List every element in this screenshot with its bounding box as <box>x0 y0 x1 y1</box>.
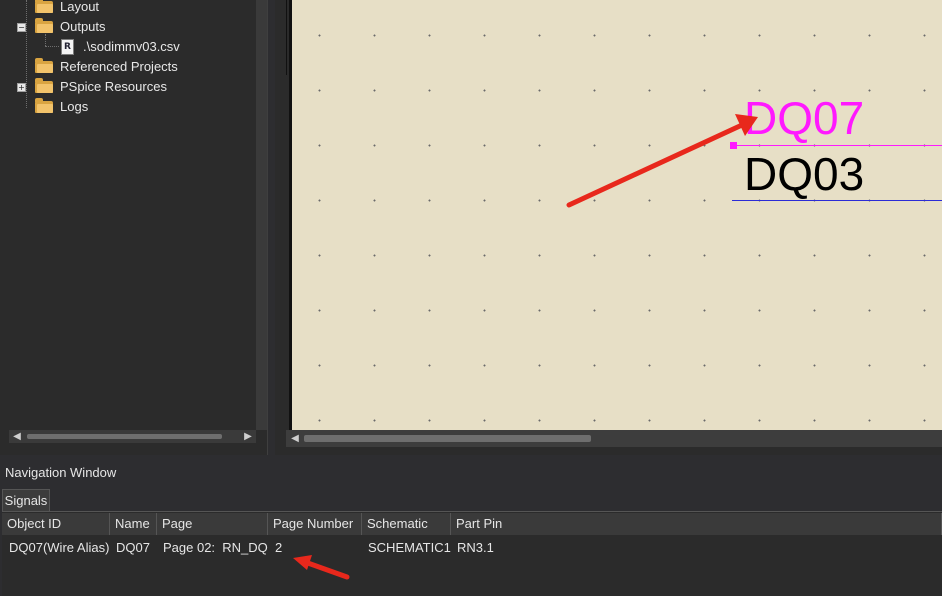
tree-item-referenced-projects[interactable]: Referenced Projects <box>0 57 260 77</box>
folder-icon <box>35 58 53 73</box>
scroll-left-icon[interactable]: ◀ <box>11 431 23 443</box>
tree-item-logs[interactable]: Logs <box>0 97 260 117</box>
tree-item-outputs[interactable]: − Outputs <box>0 17 260 37</box>
tree-item-label: .\sodimmv03.csv <box>83 39 180 54</box>
column-header-schematic[interactable]: Schematic <box>362 513 451 535</box>
scrollbar-thumb[interactable] <box>304 435 591 442</box>
scrollbar-thumb[interactable] <box>27 434 222 439</box>
schematic-canvas[interactable]: DQ07 DQ03 <box>289 0 942 430</box>
tree-vertical-scrollbar[interactable] <box>256 0 267 430</box>
annotation-arrow-icon <box>566 114 758 208</box>
expand-icon[interactable]: + <box>17 83 26 92</box>
report-file-icon: R <box>61 39 74 55</box>
tree-item-label: Outputs <box>60 19 106 34</box>
column-header-part-pin[interactable]: Part Pin <box>451 513 942 535</box>
project-tree-panel: Layout − Outputs R .\sodimmv03.csv Refer… <box>0 0 268 455</box>
column-header-page[interactable]: Page <box>157 513 268 535</box>
tree-horizontal-scrollbar[interactable]: ◀ ▶ <box>9 430 256 443</box>
tree-item-label: PSpice Resources <box>60 79 167 94</box>
folder-icon <box>35 0 53 13</box>
tree-item-label: Layout <box>60 0 100 14</box>
folder-icon <box>35 98 53 113</box>
tree-item-label: Logs <box>60 99 89 114</box>
tree-item-label: Referenced Projects <box>60 59 178 74</box>
annotation-arrow-icon <box>293 555 350 580</box>
scroll-left-icon[interactable]: ◀ <box>289 433 301 445</box>
scroll-right-icon[interactable]: ▶ <box>242 431 254 443</box>
navigation-window-title: Navigation Window <box>5 465 117 480</box>
tree-item-layout[interactable]: Layout <box>0 0 260 17</box>
folder-icon <box>35 78 53 93</box>
cell-page-number[interactable]: 2 <box>275 540 282 555</box>
column-header-object-id[interactable]: Object ID <box>2 513 110 535</box>
cell-object-id[interactable]: DQ07(Wire Alias) <box>9 540 109 555</box>
cell-schematic[interactable]: SCHEMATIC1 <box>368 540 451 555</box>
canvas-horizontal-scrollbar[interactable]: ◀ <box>286 430 942 447</box>
canvas-ruler <box>275 0 287 75</box>
cell-part-pin[interactable]: RN3.1 <box>457 540 494 555</box>
column-header-page-number[interactable]: Page Number <box>268 513 362 535</box>
cell-page[interactable]: Page 02: RN_DQ <box>163 540 268 555</box>
cell-name[interactable]: DQ07 <box>116 540 150 555</box>
folder-icon <box>35 18 53 33</box>
collapse-icon[interactable]: − <box>17 23 26 32</box>
tree-item-sodimmv03-csv[interactable]: R .\sodimmv03.csv <box>0 37 260 57</box>
tab-signals[interactable]: Signals <box>2 489 50 511</box>
column-header-name[interactable]: Name <box>110 513 157 535</box>
tree-item-pspice-resources[interactable]: + PSpice Resources <box>0 77 260 97</box>
